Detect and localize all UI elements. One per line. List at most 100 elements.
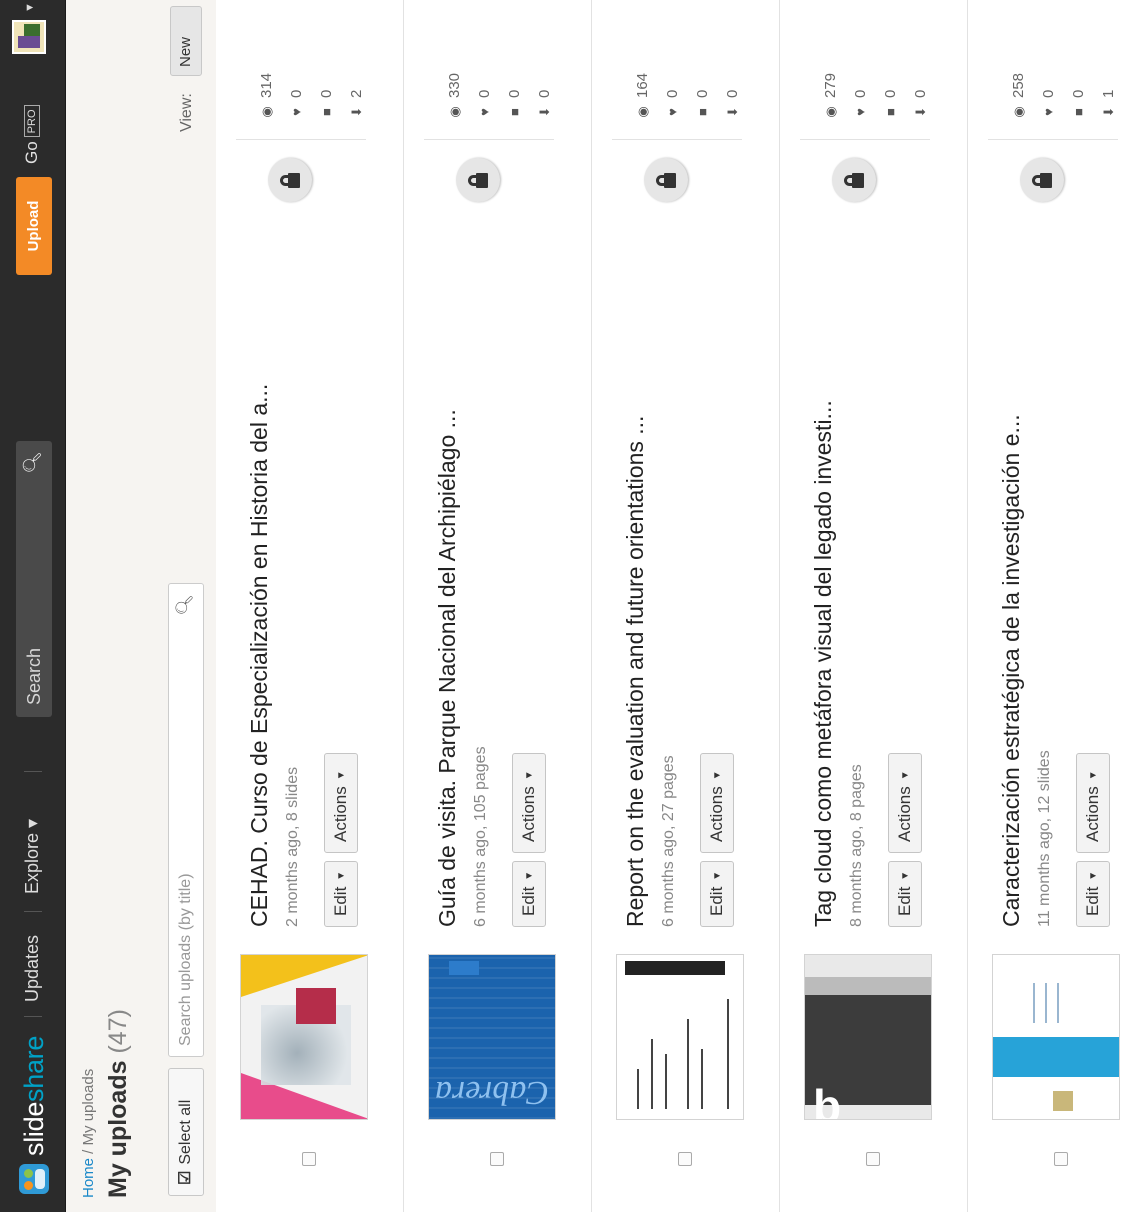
edit-button[interactable]: Edit ▼ [324,861,358,927]
select-all-button[interactable]: ☑ Select all [168,1068,204,1196]
likes-count: 0 [1040,89,1057,98]
comment-icon: ■ [507,108,522,116]
edit-button[interactable]: Edit ▼ [512,861,546,927]
privacy-lock-button[interactable] [268,158,312,202]
stats-divider [988,139,1118,140]
eye-icon: ◉ [823,106,838,118]
comment-icon: ■ [695,108,710,116]
likes-count: 0 [664,89,681,98]
nav-divider [24,911,42,912]
actions-button[interactable]: Actions ▼ [1076,753,1110,853]
row-checkbox[interactable] [1054,1152,1068,1166]
heart-icon: ♥ [665,108,680,116]
upload-thumbnail[interactable] [240,954,368,1120]
likes-count: 0 [852,89,869,98]
upload-title[interactable]: Report on the evaluation and future orie… [622,416,649,927]
downloads-stat: ⬇0 [722,90,744,120]
search-icon[interactable]: 🔍︎ [175,594,195,616]
upload-meta: 8 months ago, 8 pages [848,764,865,927]
row-checkbox[interactable] [490,1152,504,1166]
upload-meta: 6 months ago, 27 pages [660,755,677,927]
edit-button[interactable]: Edit ▼ [700,861,734,927]
actions-button[interactable]: Actions ▼ [324,753,358,853]
comments-count: 0 [1070,89,1087,98]
chevron-down-icon: ▼ [712,770,723,781]
nav-explore[interactable]: Explore ▾ [22,819,43,894]
privacy-lock-button[interactable] [644,158,688,202]
actions-button[interactable]: Actions ▼ [700,753,734,853]
nav-updates[interactable]: Updates [22,935,43,1002]
breadcrumb-home-link[interactable]: Home [80,1158,97,1198]
top-navbar: slideshare Updates Explore ▾ Search 🔍︎ U… [0,0,66,1212]
likes-stat: ♥0 [474,90,496,120]
eye-icon: ◉ [259,106,274,118]
user-avatar[interactable] [12,20,46,54]
views-count: 314 [258,72,275,98]
upload-row: Report on the evaluation and future orie… [592,0,780,1212]
upload-row: b Tag cloud como metáfora visual del leg… [780,0,968,1212]
upload-thumbnail[interactable]: b [804,954,932,1120]
upload-title[interactable]: CEHAD. Curso de Especialización en Histo… [246,384,273,927]
global-search-input[interactable]: Search 🔍︎ [16,441,52,717]
privacy-lock-button[interactable] [456,158,500,202]
uploads-search-input[interactable]: Search uploads (by title) 🔍︎ [168,583,204,1057]
uploads-count: (47) [104,1009,132,1054]
upload-row: CEHAD. Curso de Especialización en Histo… [216,0,404,1212]
comments-stat: ■0 [692,90,714,120]
actions-label: Actions [707,786,726,842]
comments-stat: ■0 [1068,90,1090,120]
comments-count: 0 [882,89,899,98]
likes-stat: ♥0 [286,90,308,120]
chevron-down-icon: ▼ [1088,770,1099,781]
views-stat: ◉ 279 [820,73,842,120]
view-select[interactable]: New [170,6,202,76]
actions-button[interactable]: Actions ▼ [888,753,922,853]
chevron-down-icon: ▼ [336,770,347,781]
privacy-lock-button[interactable] [832,158,876,202]
select-all-label: Select all [177,1099,194,1165]
download-icon: ⬇ [537,106,552,118]
heart-icon: ♥ [477,108,492,116]
heart-icon: ♥ [289,108,304,116]
slideshare-logo[interactable]: slideshare [16,1036,52,1194]
upload-title[interactable]: Caracterización estratégica de la invest… [998,414,1025,927]
views-stat: ◉ 164 [632,73,654,120]
view-label: View: [178,93,195,132]
views-count: 258 [1010,72,1027,98]
edit-label: Edit [519,886,538,916]
edit-button[interactable]: Edit ▼ [1076,861,1110,927]
upload-thumbnail[interactable] [992,954,1120,1120]
privacy-lock-button[interactable] [1020,158,1064,202]
actions-label: Actions [895,786,914,842]
go-pro-link[interactable]: Go PRO [22,105,42,164]
downloads-count: 1 [1100,89,1117,98]
heart-icon: ♥ [1041,108,1056,116]
downloads-count: 0 [724,89,741,98]
row-checkbox[interactable] [678,1152,692,1166]
search-icon[interactable]: 🔍︎ [22,451,43,474]
chevron-down-icon: ▼ [900,870,911,881]
eye-icon: ◉ [635,106,650,118]
views-stat: ◉ 314 [256,73,278,120]
upload-thumbnail[interactable] [616,954,744,1120]
comments-count: 0 [318,89,335,98]
upload-title[interactable]: Guía de visita. Parque Nacional del Arch… [434,409,461,927]
upload-meta: 6 months ago, 105 pages [472,746,489,927]
chevron-down-icon[interactable]: ▼ [24,2,36,13]
upload-meta: 11 months ago, 12 slides [1036,750,1053,927]
row-checkbox[interactable] [302,1152,316,1166]
row-checkbox[interactable] [866,1152,880,1166]
actions-button[interactable]: Actions ▼ [512,753,546,853]
comments-count: 0 [506,89,523,98]
chevron-down-icon: ▼ [1088,870,1099,881]
stats-divider [612,139,742,140]
downloads-stat: ⬇1 [1098,90,1120,120]
upload-title[interactable]: Tag cloud como metáfora visual del legad… [810,400,837,927]
edit-button[interactable]: Edit ▼ [888,861,922,927]
page-title: My uploads (47) [104,1009,133,1198]
breadcrumb-separator: / [80,1149,97,1154]
upload-thumbnail[interactable]: Cabrera [428,954,556,1120]
edit-label: Edit [331,886,350,916]
breadcrumb-current: My uploads [80,1068,97,1146]
upload-button[interactable]: Upload [16,177,52,275]
